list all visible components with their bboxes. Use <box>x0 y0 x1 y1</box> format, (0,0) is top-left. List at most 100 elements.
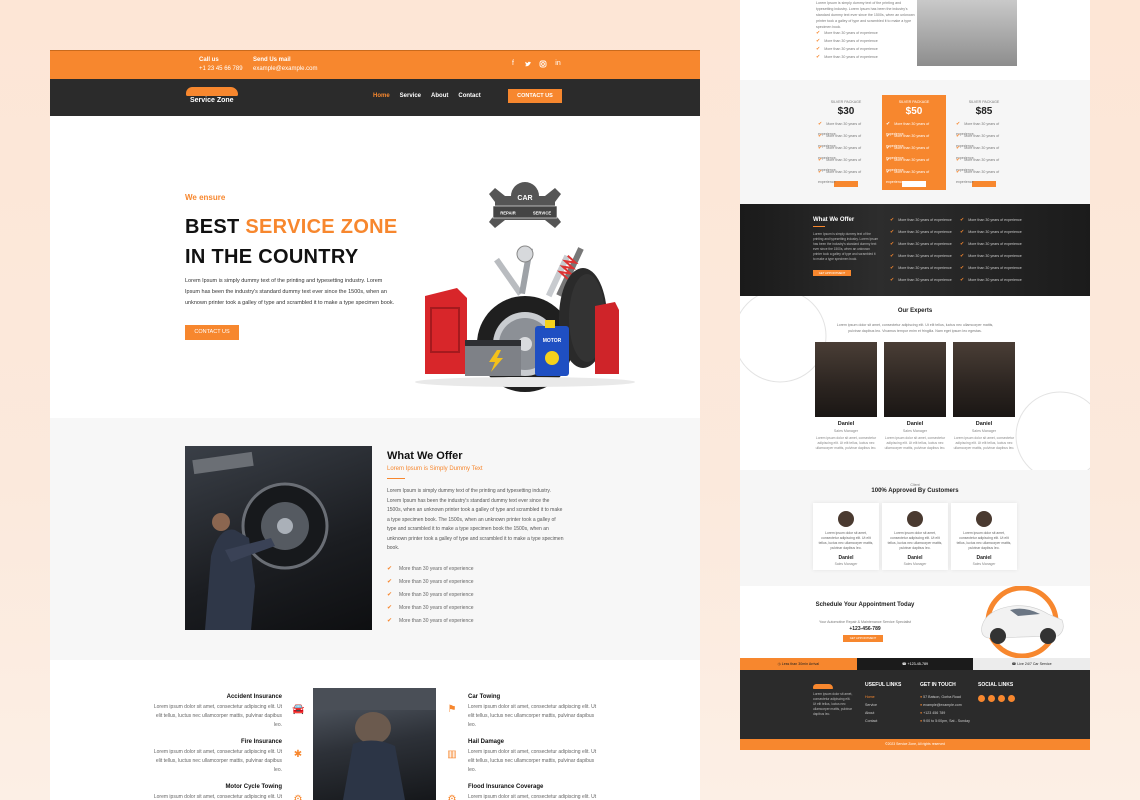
footer-social-icons <box>978 695 1015 702</box>
check-icon: ✔ <box>816 46 821 52</box>
pricing-row: ✔ More than 30 years of experience <box>814 155 878 172</box>
list-item-text: More than 30 years of experience <box>968 218 1022 222</box>
instagram-icon[interactable] <box>539 60 547 68</box>
service-title: Accident Insurance <box>226 694 282 700</box>
mail-info: Send Us mail example@example.com <box>253 57 317 72</box>
twitter-icon[interactable] <box>988 695 995 702</box>
expert-desc: Lorem ipsum dolor sit amet, consectetur … <box>884 436 946 450</box>
footer-contact-item[interactable]: ● example@example.com <box>920 703 970 711</box>
arrival-text: Less than 30min Arrival <box>781 662 820 666</box>
site-logo[interactable]: Service Zone <box>184 87 242 107</box>
check-icon: ✔ <box>960 217 965 223</box>
mail-value[interactable]: example@example.com <box>253 66 317 72</box>
list-item-text: More than 30 years of experience <box>898 218 952 222</box>
nav-about[interactable]: About <box>431 93 448 99</box>
expert-card: Daniel Sales Manager Lorem ipsum dolor s… <box>815 342 877 451</box>
footer-heading: SOCIAL LINKS <box>978 682 1014 688</box>
call-info: Call us +1 23 45 66 789 <box>199 57 243 72</box>
nav-links: Home Service About Contact <box>373 93 481 99</box>
expert-role: Sales Manager <box>833 429 859 433</box>
testimonial-name: Daniel <box>838 555 854 561</box>
service-car-towing[interactable]: Car Towing Lorem ipsum dolor sit amet, c… <box>448 694 598 730</box>
hero-contact-button[interactable]: CONTACT US <box>185 325 239 340</box>
footer-contact-item: ● 57 Batson, Gorba Road <box>920 695 970 703</box>
check-icon: ✔ <box>956 169 961 175</box>
phone-info[interactable]: ☎ +123-45-789 <box>856 658 974 670</box>
order-now-button[interactable] <box>972 181 996 187</box>
avatar <box>838 511 854 527</box>
service-fire[interactable]: Fire Insurance Lorem ipsum dolor sit ame… <box>152 739 302 775</box>
appointment-phone[interactable]: +123-456-789 <box>815 626 915 632</box>
testimonial-role: Sales Manager <box>972 562 996 566</box>
check-icon: ✔ <box>816 38 821 44</box>
footer-contact-text: 9:00 to 5:00pm, Sat - Sunday <box>923 719 970 723</box>
service-hail-damage[interactable]: Hail Damage Lorem ipsum dolor sit amet, … <box>447 739 598 775</box>
expert-desc: Lorem ipsum dolor sit amet, consectetur … <box>815 436 877 450</box>
pricing-label: SILVER PACKAGE <box>968 100 1000 104</box>
check-icon: ✔ <box>886 169 891 175</box>
avatar <box>907 511 923 527</box>
check-icon: ✔ <box>956 121 961 127</box>
pricing-row: ✔ More than 30 years of experience <box>882 143 946 160</box>
footer-contact-item[interactable]: ● +123 456 789 <box>920 711 970 719</box>
service-accident[interactable]: Accident Insurance Lorem ipsum dolor sit… <box>152 694 305 730</box>
arrival-info: ◷ Less than 30min Arrival <box>740 658 857 670</box>
offer-title: What We Offer <box>387 450 463 462</box>
facebook-icon[interactable]: f <box>509 60 517 68</box>
twitter-icon[interactable] <box>524 60 532 68</box>
service-title: Motor Cycle Towing <box>225 784 282 790</box>
list-item: ✔ More than 30 years of experience <box>387 604 474 617</box>
footer-link[interactable]: About <box>865 711 901 719</box>
dark-offer-list-1: ✔ More than 30 years of experience ✔ More … <box>890 217 952 289</box>
testimonial-text: Lorem ipsum dolor sit amet, consectetur … <box>956 531 1012 550</box>
expert-name: Daniel <box>906 421 924 427</box>
check-icon: ✔ <box>886 133 891 139</box>
get-appointment-button[interactable]: GET APPOINTMENT <box>813 270 851 276</box>
order-now-button[interactable] <box>902 181 926 187</box>
repair-badge-icon <box>489 182 561 228</box>
appointment-title: Schedule Your Appointment Today <box>815 602 915 608</box>
list-item-text: More than 30 years of experience <box>824 55 878 59</box>
dark-offer-list-2: ✔ More than 30 years of experience ✔ More … <box>960 217 1022 289</box>
check-icon: ✔ <box>890 277 895 283</box>
expert-photo <box>953 342 1015 417</box>
appointment-button[interactable]: GET APPOINTMENT <box>843 635 883 642</box>
hero-title-highlight: SERVICE ZONE <box>245 216 398 238</box>
list-item: ✔ More than 30 years of experience <box>816 46 878 52</box>
nav-home[interactable]: Home <box>373 93 390 99</box>
service-title: Hail Damage <box>468 739 505 745</box>
footer-link[interactable]: Home <box>865 695 901 703</box>
footer-contact: GET IN TOUCH ● 57 Batson, Gorba Road ● e… <box>920 682 970 727</box>
engine-repair-photo <box>313 688 436 800</box>
check-icon: ✔ <box>818 157 823 163</box>
offer-feature-list: ✔ More than 30 years of experience ✔ More … <box>387 565 474 630</box>
check-icon: ✔ <box>818 133 823 139</box>
service-motorcycle[interactable]: Motor Cycle Towing Lorem ipsum dolor sit… <box>152 784 303 800</box>
check-icon: ✔ <box>960 253 965 259</box>
instagram-icon[interactable] <box>998 695 1005 702</box>
experts-title: Our Experts <box>897 308 933 314</box>
list-item: ✔ More than 30 years of experience <box>960 241 1022 253</box>
check-icon: ✔ <box>886 145 891 151</box>
badge-car-text: CAR <box>517 195 532 202</box>
nav-contact[interactable]: Contact <box>458 93 480 99</box>
footer-link[interactable]: Service <box>865 703 901 711</box>
check-icon: ✔ <box>956 145 961 151</box>
check-icon: ✔ <box>960 241 965 247</box>
nav-contact-button[interactable]: CONTACT US <box>508 89 562 103</box>
nav-service[interactable]: Service <box>400 93 421 99</box>
right-about-list: ✔ More than 30 years of experience ✔ More … <box>816 30 878 60</box>
order-now-button[interactable] <box>834 181 858 187</box>
footer-link[interactable]: Contact <box>865 719 901 727</box>
pricing-row: ✔ More than 30 years of experience <box>882 119 946 136</box>
check-icon: ✔ <box>956 157 961 163</box>
facebook-icon[interactable] <box>978 695 985 702</box>
linkedin-icon[interactable]: in <box>554 60 562 68</box>
service-info: ☎ Live 24/7 Car Service <box>973 658 1090 670</box>
check-icon: ✔ <box>890 265 895 271</box>
call-value[interactable]: +1 23 45 66 789 <box>199 66 243 72</box>
service-flood-insurance[interactable]: Flood Insurance Coverage Lorem ipsum dol… <box>448 784 598 800</box>
linkedin-icon[interactable] <box>1008 695 1015 702</box>
call-label: Call us <box>199 57 219 63</box>
check-icon: ✔ <box>956 133 961 139</box>
